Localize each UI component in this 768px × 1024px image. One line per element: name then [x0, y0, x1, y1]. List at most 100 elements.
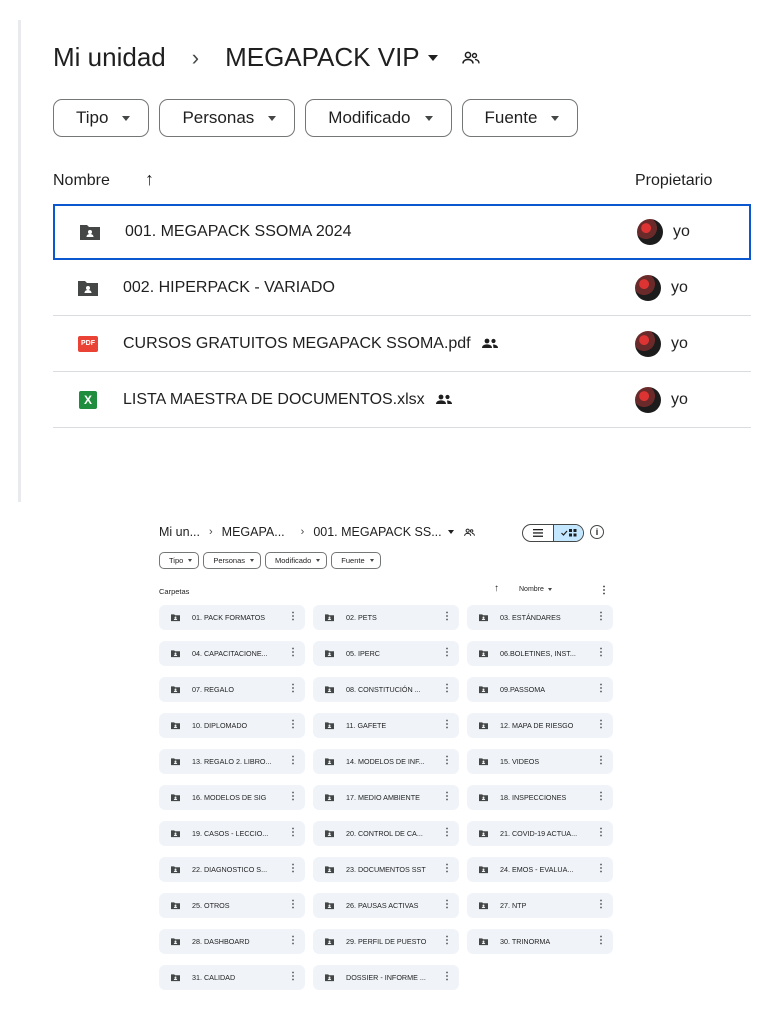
shared-folder-icon	[479, 722, 488, 730]
shared-folder-icon	[325, 794, 334, 802]
more-vert-icon[interactable]: ⋮	[596, 683, 606, 695]
more-vert-icon[interactable]: ⋮	[442, 935, 452, 947]
folder-tile[interactable]: 04. CAPACITACIONE... ⋮	[159, 641, 305, 666]
folder-tile[interactable]: 16. MODELOS DE SIG ⋮	[159, 785, 305, 810]
folder-tile[interactable]: 02. PETS ⋮	[313, 605, 459, 630]
more-vert-icon[interactable]: ⋮	[288, 935, 298, 947]
folder-tile[interactable]: 10. DIPLOMADO ⋮	[159, 713, 305, 738]
folder-tile[interactable]: 17. MEDIO AMBIENTE ⋮	[313, 785, 459, 810]
arrow-up-icon[interactable]: ↑	[494, 583, 499, 594]
folder-tile[interactable]: 08. CONSTITUCIÓN ... ⋮	[313, 677, 459, 702]
more-vert-icon[interactable]: ⋮	[442, 683, 452, 695]
more-vert-icon[interactable]: ⋮	[442, 719, 452, 731]
more-vert-icon[interactable]: ⋮	[442, 899, 452, 911]
more-vert-icon[interactable]: ⋮	[288, 719, 298, 731]
more-vert-icon[interactable]: ⋮	[596, 719, 606, 731]
more-vert-icon[interactable]: ⋮	[596, 827, 606, 839]
folder-tile[interactable]: 24. EMOS - EVALUA... ⋮	[467, 857, 613, 882]
filter-source[interactable]: Fuente	[331, 552, 381, 569]
filter-chips: Tipo Personas Modificado Fuente	[159, 552, 381, 569]
filter-modified[interactable]: Modificado	[265, 552, 328, 569]
more-vert-icon[interactable]: ⋮	[288, 683, 298, 695]
folder-tile[interactable]: 05. IPERC ⋮	[313, 641, 459, 666]
folder-tile[interactable]: 20. CONTROL DE CA... ⋮	[313, 821, 459, 846]
grid-view-icon[interactable]	[553, 525, 583, 541]
list-view-icon[interactable]	[523, 525, 553, 541]
more-vert-icon[interactable]: ⋮	[442, 971, 452, 983]
caret-down-icon	[316, 559, 321, 562]
folder-tile[interactable]: 07. REGALO ⋮	[159, 677, 305, 702]
folder-tile[interactable]: 19. CASOS - LECCIO... ⋮	[159, 821, 305, 846]
filter-people[interactable]: Personas	[203, 552, 261, 569]
list-item[interactable]: PDF CURSOS GRATUITOS MEGAPACK SSOMA.pdf …	[53, 316, 751, 372]
more-vert-icon[interactable]: ⋮	[442, 611, 452, 623]
breadcrumb-root[interactable]: Mi un...	[159, 525, 200, 539]
folder-name: 09.PASSOMA	[500, 685, 546, 694]
more-vert-icon[interactable]: ⋮	[442, 863, 452, 875]
folder-tile[interactable]: 18. INSPECCIONES ⋮	[467, 785, 613, 810]
breadcrumb: Mi un... › MEGAPA... › 001. MEGAPACK SS.…	[159, 525, 475, 539]
filter-people[interactable]: Personas	[159, 99, 296, 137]
more-vert-icon[interactable]: ⋮	[596, 647, 606, 659]
info-icon[interactable]: i	[590, 525, 604, 539]
sort-dropdown[interactable]: Nombre	[519, 586, 552, 593]
folder-tile[interactable]: DOSSIER - INFORME ... ⋮	[313, 965, 459, 990]
people-icon[interactable]	[461, 51, 480, 65]
folder-tile[interactable]: 29. PERFIL DE PUESTO ⋮	[313, 929, 459, 954]
filter-type[interactable]: Tipo	[53, 99, 150, 137]
column-name[interactable]: Nombre	[53, 172, 110, 190]
more-vert-icon[interactable]: ⋮	[288, 863, 298, 875]
folder-tile[interactable]: 28. DASHBOARD ⋮	[159, 929, 305, 954]
folder-tile[interactable]: 25. OTROS ⋮	[159, 893, 305, 918]
arrow-up-icon[interactable]: ↑	[145, 169, 154, 190]
folder-tile[interactable]: 11. GAFETE ⋮	[313, 713, 459, 738]
filter-type[interactable]: Tipo	[159, 552, 200, 569]
filter-modified[interactable]: Modificado	[305, 99, 452, 137]
filter-source[interactable]: Fuente	[461, 99, 579, 137]
folder-tile[interactable]: 23. DOCUMENTOS SST ⋮	[313, 857, 459, 882]
more-vert-icon[interactable]: ⋮	[288, 899, 298, 911]
breadcrumb-current[interactable]: MEGAPACK VIP	[225, 42, 438, 73]
folder-tile[interactable]: 30. TRINORMA ⋮	[467, 929, 613, 954]
folder-tile[interactable]: 31. CALIDAD ⋮	[159, 965, 305, 990]
folder-tile[interactable]: 27. NTP ⋮	[467, 893, 613, 918]
more-vert-icon[interactable]: ⋮	[599, 585, 609, 596]
more-vert-icon[interactable]: ⋮	[288, 791, 298, 803]
folder-tile[interactable]: 13. REGALO 2. LIBRO... ⋮	[159, 749, 305, 774]
people-icon[interactable]	[463, 528, 475, 537]
breadcrumb-current[interactable]: 001. MEGAPACK SS...	[313, 525, 454, 539]
more-vert-icon[interactable]: ⋮	[288, 755, 298, 767]
more-vert-icon[interactable]: ⋮	[442, 791, 452, 803]
chevron-right-icon: ›	[209, 526, 213, 538]
folder-tile[interactable]: 09.PASSOMA ⋮	[467, 677, 613, 702]
more-vert-icon[interactable]: ⋮	[596, 899, 606, 911]
folder-tile[interactable]: 03. ESTÁNDARES ⋮	[467, 605, 613, 630]
folder-tile[interactable]: 12. MAPA DE RIESGO ⋮	[467, 713, 613, 738]
more-vert-icon[interactable]: ⋮	[288, 647, 298, 659]
more-vert-icon[interactable]: ⋮	[442, 647, 452, 659]
avatar	[635, 274, 661, 301]
column-owner[interactable]: Propietario	[635, 172, 712, 190]
folder-tile[interactable]: 21. COVID-19 ACTUA... ⋮	[467, 821, 613, 846]
more-vert-icon[interactable]: ⋮	[596, 863, 606, 875]
folder-tile[interactable]: 26. PAUSAS ACTIVAS ⋮	[313, 893, 459, 918]
more-vert-icon[interactable]: ⋮	[596, 755, 606, 767]
folder-tile[interactable]: 06.BOLETINES, INST... ⋮	[467, 641, 613, 666]
list-item[interactable]: X LISTA MAESTRA DE DOCUMENTOS.xlsx yo	[53, 372, 751, 428]
more-vert-icon[interactable]: ⋮	[596, 935, 606, 947]
folder-tile[interactable]: 14. MODELOS DE INF... ⋮	[313, 749, 459, 774]
breadcrumb-root[interactable]: Mi unidad	[53, 42, 166, 73]
list-item[interactable]: 001. MEGAPACK SSOMA 2024 yo	[53, 204, 751, 260]
more-vert-icon[interactable]: ⋮	[596, 611, 606, 623]
more-vert-icon[interactable]: ⋮	[288, 611, 298, 623]
breadcrumb-middle[interactable]: MEGAPA...	[222, 525, 285, 539]
more-vert-icon[interactable]: ⋮	[288, 827, 298, 839]
list-item[interactable]: 002. HIPERPACK - VARIADO yo	[53, 260, 751, 316]
folder-tile[interactable]: 01. PACK FORMATOS ⋮	[159, 605, 305, 630]
more-vert-icon[interactable]: ⋮	[442, 755, 452, 767]
more-vert-icon[interactable]: ⋮	[596, 791, 606, 803]
folder-tile[interactable]: 22. DIAGNOSTICO S... ⋮	[159, 857, 305, 882]
more-vert-icon[interactable]: ⋮	[288, 971, 298, 983]
folder-tile[interactable]: 15. VIDEOS ⋮	[467, 749, 613, 774]
more-vert-icon[interactable]: ⋮	[442, 827, 452, 839]
